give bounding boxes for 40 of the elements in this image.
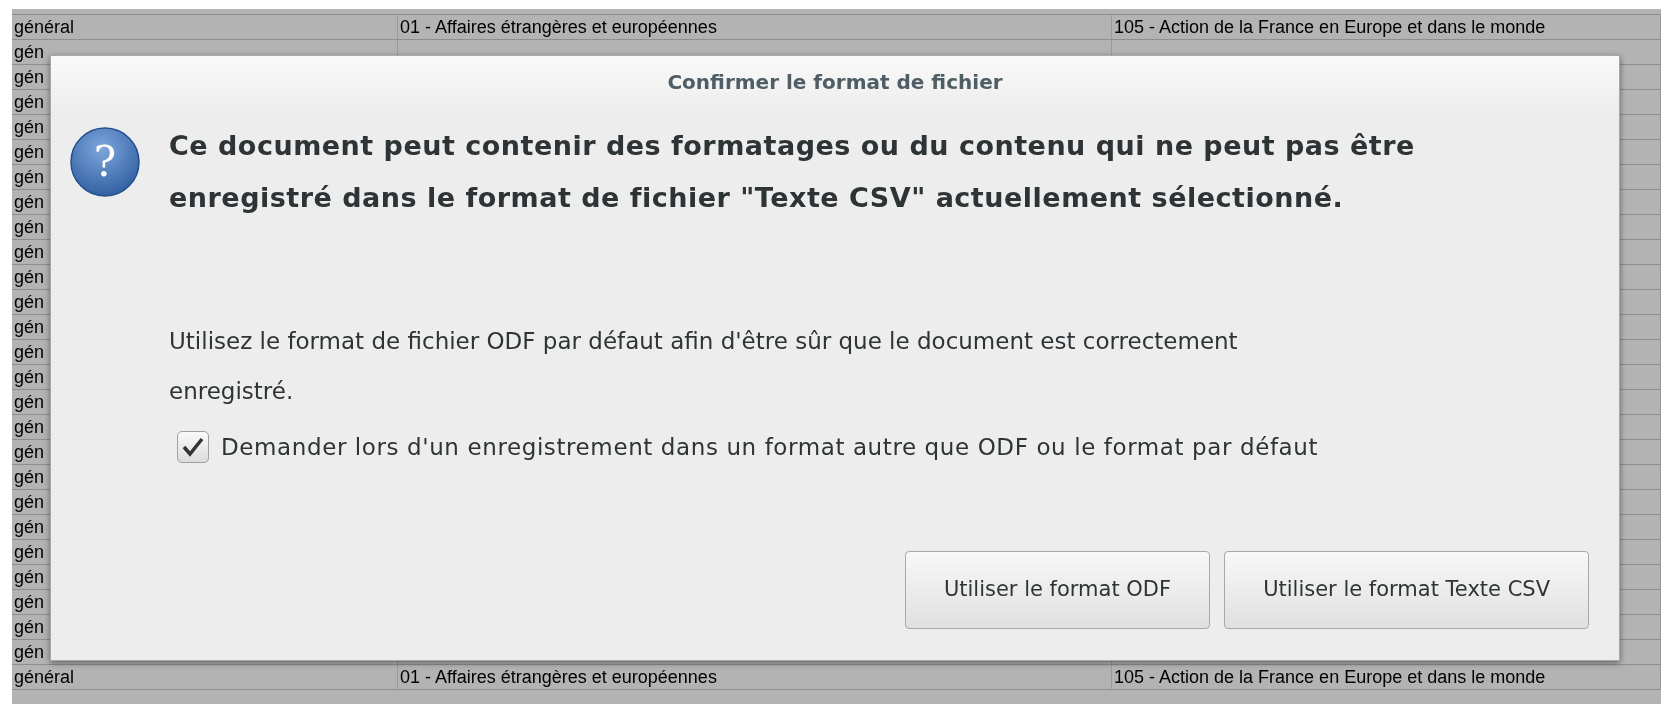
question-icon: ? (69, 126, 141, 198)
table-cell: 01 - Affaires étrangères et européennes (400, 17, 717, 37)
table-cell: gén (14, 392, 45, 412)
table-cell: général (14, 17, 75, 37)
table-cell: gén (14, 167, 45, 187)
table-cell: gén (14, 142, 45, 162)
table-cell: gén (14, 292, 45, 312)
table-cell: gén (14, 517, 45, 537)
dialog-button[interactable]: Utiliser le format ODF (904, 551, 1211, 629)
table-cell: gén (14, 267, 45, 287)
table-cell: gén (14, 417, 45, 437)
table-cell: 105 - Action de la France en Europe et dans le monde (1114, 667, 1546, 687)
table-cell: gén (14, 567, 45, 587)
table-cell: gén (14, 642, 45, 662)
table-cell: gén (14, 367, 45, 387)
table-cell: gén (14, 92, 45, 112)
table-cell: gén (14, 117, 45, 137)
table-cell: gén (14, 317, 45, 337)
table-cell: gén (14, 592, 45, 612)
table-cell: gén (14, 617, 45, 637)
table-cell: 01 - Affaires étrangères et européennes (400, 667, 717, 687)
table-cell: gén (14, 492, 45, 512)
checkmark-icon (182, 437, 204, 458)
table-cell: gén (14, 67, 45, 87)
table-cell: gén (14, 42, 45, 62)
dialog-title: Confirmer le format de fichier (667, 69, 1003, 96)
table-cell: général (14, 667, 75, 687)
dialog-button[interactable]: Utiliser le format Texte CSV (1224, 551, 1589, 629)
table-cell: gén (14, 192, 45, 212)
dialog-heading: Ce document peut contenir des formatages ou du contenu qui ne peut pas être enregistré dans le format de fichier "Texte CSV" actuellement sélectionné. (169, 129, 1416, 215)
checkbox[interactable] (177, 431, 209, 464)
table-cell: gén (14, 217, 45, 237)
table-cell: gén (14, 342, 45, 362)
table-cell: gén (14, 542, 45, 562)
table-cell: gén (14, 442, 45, 462)
table-cell: 105 - Action de la France en Europe et dans le monde (1114, 17, 1546, 37)
dialog-message: Utilisez le format de fichier ODF par défaut afin d'être sûr que le document est correctement enregistré. (169, 327, 1239, 406)
checkbox-label: Demander lors d'un enregistrement dans un format autre que ODF ou le format par défaut (221, 433, 1319, 462)
table-cell: gén (14, 242, 45, 262)
table-cell: gén (14, 467, 45, 487)
